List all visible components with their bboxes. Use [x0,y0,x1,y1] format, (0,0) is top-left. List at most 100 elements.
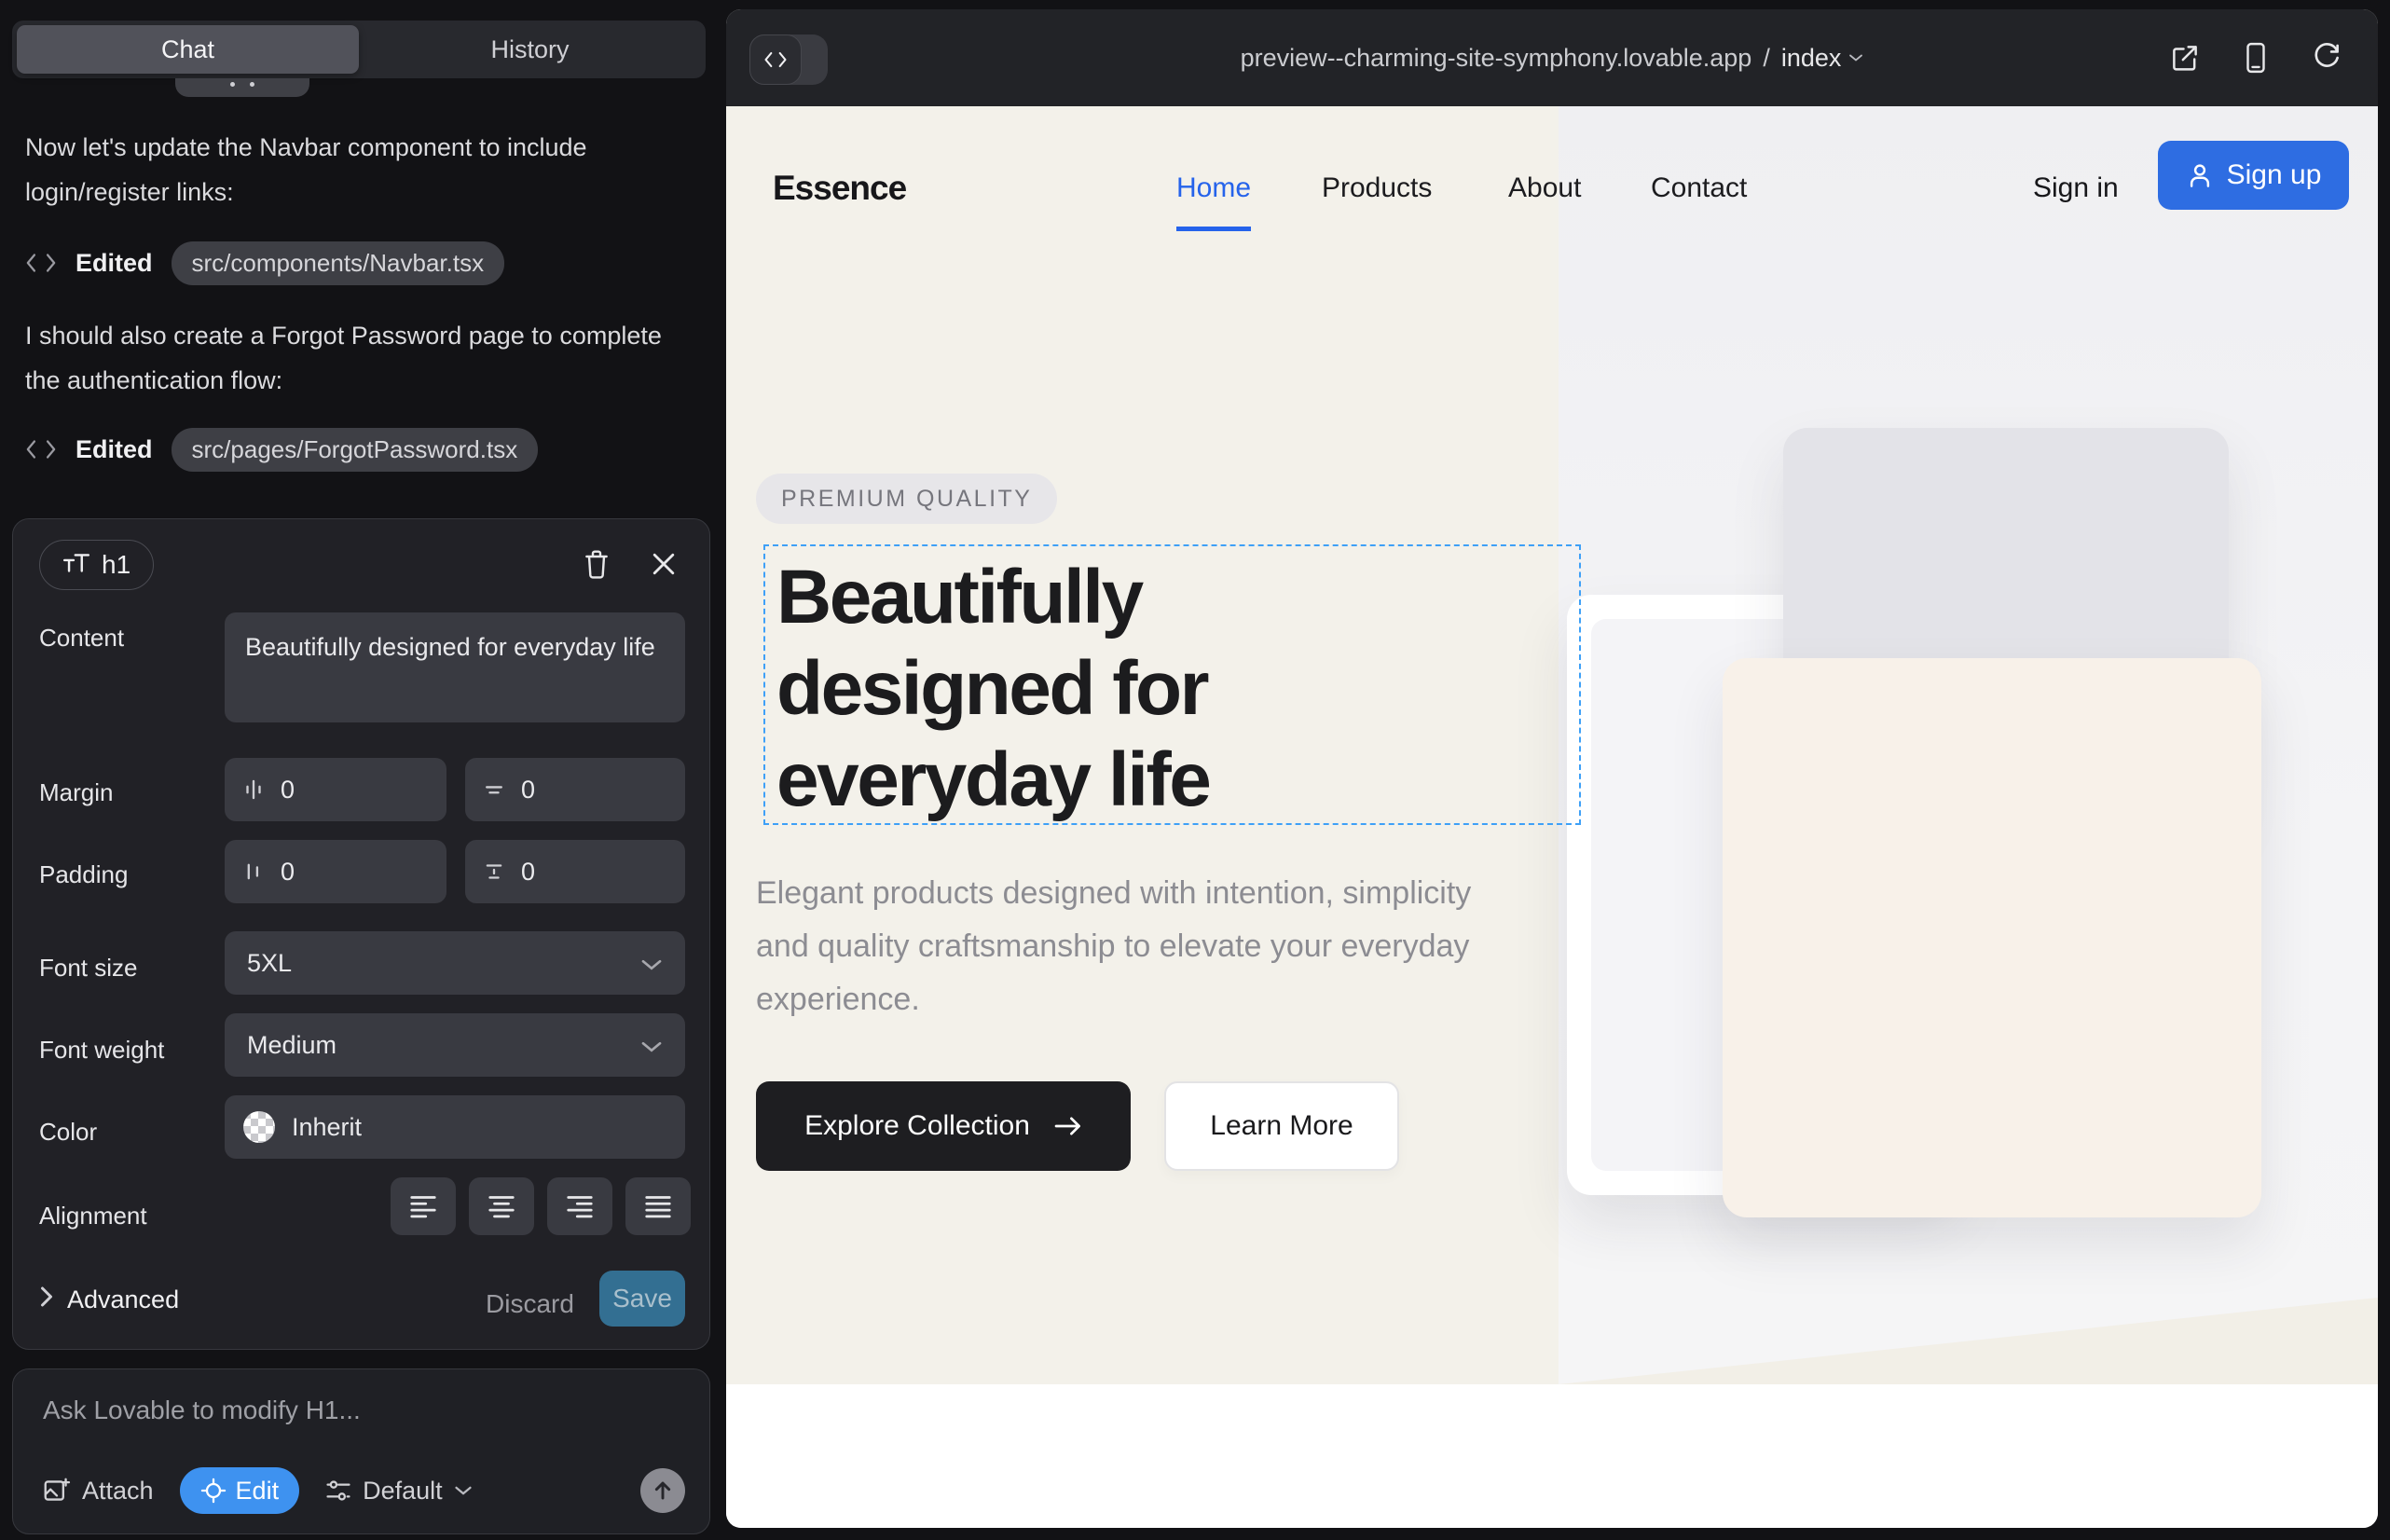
file-chip[interactable]: src/pages/ForgotPassword.tsx [172,428,539,472]
margin-x-value: 0 [281,776,295,804]
edit-label: Edit [236,1477,280,1506]
truncated-scrolled-button[interactable] [175,78,309,97]
attach-image-icon [43,1477,71,1505]
edited-label: Edited [76,249,153,278]
refresh-icon [2312,43,2342,73]
active-nav-underline [1176,227,1251,231]
code-icon [25,252,57,274]
padding-x-value: 0 [281,858,295,887]
open-external-button[interactable] [2169,42,2201,74]
edited-file-row: Edited src/pages/ForgotPassword.tsx [25,427,538,472]
site-navbar: Essence Home Products About Contact Sign… [726,106,2378,255]
hero-heading-line: everyday life [776,735,1579,826]
align-justify-button[interactable] [625,1177,691,1235]
margin-y-input[interactable]: 0 [465,758,685,821]
text-size-icon [62,550,90,580]
tag-name: h1 [102,550,130,580]
advanced-label: Advanced [67,1286,179,1314]
sign-in-link[interactable]: Sign in [2033,172,2119,204]
font-size-select[interactable]: 5XL [225,931,685,995]
align-right-button[interactable] [547,1177,612,1235]
alignment-group [391,1177,691,1235]
align-center-button[interactable] [469,1177,534,1235]
refresh-button[interactable] [2311,42,2342,74]
chat-history-tabs: Chat History [12,21,706,78]
discard-button[interactable]: Discard [486,1289,574,1319]
padding-y-input[interactable]: 0 [465,840,685,903]
color-input[interactable]: Inherit [225,1095,685,1159]
sign-up-button[interactable]: Sign up [2158,141,2349,210]
advanced-toggle[interactable]: Advanced [39,1286,179,1314]
selected-h1-element[interactable]: Beautifully designed for everyday life [763,544,1581,825]
selected-element-tag: h1 [39,540,154,590]
align-left-button[interactable] [391,1177,456,1235]
chevron-right-icon [39,1286,54,1314]
hero-heading-line: Beautifully [776,552,1579,643]
explore-collection-label: Explore Collection [804,1110,1030,1142]
preview-topbar: preview--charming-site-symphony.lovable.… [726,9,2378,106]
app-window: Chat History Now let's update the Navbar… [0,0,2390,1540]
content-label: Content [39,624,124,653]
edited-label: Edited [76,435,153,464]
margin-vertical-icon [482,777,506,802]
page-name: index [1781,44,1842,73]
file-chip[interactable]: src/components/Navbar.tsx [172,241,505,285]
send-button[interactable] [640,1468,685,1513]
chevron-down-icon [1848,53,1863,62]
edit-mode-button[interactable]: Edit [180,1467,300,1514]
composer-toolbar: Attach Edit Default [43,1466,685,1515]
content-input[interactable]: Beautifully designed for everyday life [225,612,685,722]
font-weight-select[interactable]: Medium [225,1013,685,1077]
tab-chat[interactable]: Chat [17,25,359,74]
mobile-view-button[interactable] [2240,42,2272,74]
smartphone-icon [2244,42,2268,74]
explore-collection-button[interactable]: Explore Collection [756,1081,1131,1171]
preview-actions [2169,9,2342,106]
margin-horizontal-icon [241,777,266,802]
attach-label: Attach [82,1477,154,1506]
nav-link-about[interactable]: About [1508,172,1581,204]
font-weight-value: Medium [247,1031,337,1060]
person-icon [2186,161,2214,189]
model-mode-select[interactable]: Default [325,1477,473,1506]
delete-element-button[interactable] [576,543,617,584]
learn-more-button[interactable]: Learn More [1164,1081,1399,1171]
hero-heading-line: designed for [776,643,1579,735]
transparency-swatch-icon [243,1111,275,1143]
chat-composer: Attach Edit Default [12,1368,710,1534]
nav-link-contact[interactable]: Contact [1651,172,1747,204]
padding-horizontal-icon [241,859,266,884]
edited-file-row: Edited src/components/Navbar.tsx [25,241,504,285]
padding-vertical-icon [482,859,506,884]
site-logo[interactable]: Essence [773,169,906,208]
close-icon[interactable] [643,543,684,584]
sliders-icon [325,1478,351,1504]
alignment-label: Alignment [39,1202,147,1231]
page-selector[interactable]: index [1781,44,1864,73]
hero-cta-row: Explore Collection Learn More [756,1081,1399,1171]
margin-x-input[interactable]: 0 [225,758,446,821]
attach-button[interactable]: Attach [43,1477,154,1506]
composer-input[interactable] [43,1396,677,1425]
hero-description: Elegant products designed with intention… [756,867,1511,1026]
padding-x-input[interactable]: 0 [225,840,446,903]
save-button[interactable]: Save [599,1271,685,1327]
premium-quality-badge: PREMIUM QUALITY [756,474,1057,524]
nav-link-home[interactable]: Home [1176,172,1251,204]
external-link-icon [2170,43,2200,73]
site-canvas: Essence Home Products About Contact Sign… [726,106,2378,1528]
decor-card-cream [1723,658,2261,1217]
arrow-right-icon [1054,1115,1082,1137]
font-size-value: 5XL [247,949,292,978]
margin-y-value: 0 [521,776,535,804]
chevron-down-icon [640,1031,663,1060]
margin-label: Margin [39,778,113,807]
chat-message: I should also create a Forgot Password p… [25,313,700,403]
url-separator: / [1763,44,1770,73]
tab-history[interactable]: History [359,25,701,74]
nav-link-products[interactable]: Products [1322,172,1432,204]
padding-y-value: 0 [521,858,535,887]
target-icon [200,1478,227,1504]
mode-label: Default [363,1477,443,1506]
code-icon [25,438,57,461]
